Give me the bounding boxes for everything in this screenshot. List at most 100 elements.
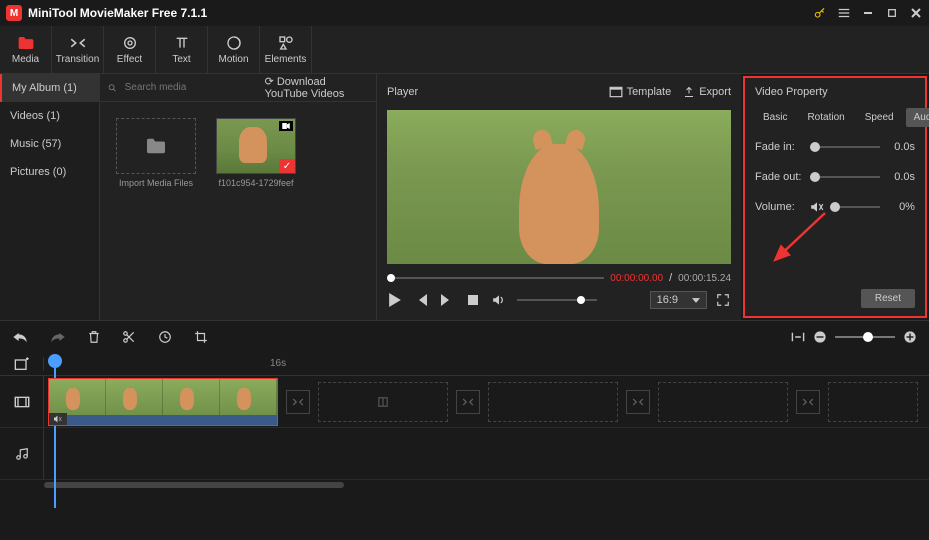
sidebar-item-pictures[interactable]: Pictures (0) [0, 158, 99, 186]
zoom-in-button[interactable] [903, 330, 917, 344]
delete-button[interactable] [88, 330, 100, 344]
next-frame-button[interactable] [439, 292, 455, 308]
video-preview[interactable] [387, 110, 731, 264]
transition-slot[interactable] [286, 390, 310, 414]
media-clip[interactable]: ✓ f101c954-1729feef [216, 118, 296, 188]
minimize-button[interactable] [861, 6, 875, 20]
sidebar-album[interactable]: My Album (1) [0, 74, 99, 102]
action-bar [0, 320, 929, 352]
prev-frame-button[interactable] [413, 292, 429, 308]
audio-track[interactable] [44, 428, 929, 479]
tab-motion[interactable]: Motion [208, 26, 260, 73]
reset-button[interactable]: Reset [861, 289, 915, 308]
search-icon [108, 82, 117, 94]
time-total: 00:00:15.24 [678, 273, 731, 284]
fade-out-slider[interactable] [810, 176, 880, 178]
undo-button[interactable] [12, 330, 28, 344]
timeline-clip[interactable] [48, 378, 278, 426]
sidebar-item-videos[interactable]: Videos (1) [0, 102, 99, 130]
crop-button[interactable] [194, 330, 208, 344]
ruler-mark: 16s [270, 358, 286, 369]
fade-in-label: Fade in: [755, 141, 803, 153]
text-icon [174, 34, 190, 52]
empty-clip-slot[interactable] [658, 382, 788, 422]
volume-slider[interactable] [517, 299, 597, 301]
seek-bar[interactable] [387, 277, 604, 279]
import-media-button[interactable]: Import Media Files [116, 118, 196, 188]
template-icon [609, 86, 623, 98]
empty-clip-slot[interactable] [828, 382, 918, 422]
split-button[interactable] [122, 330, 136, 344]
redo-button[interactable] [50, 330, 66, 344]
stop-button[interactable] [465, 292, 481, 308]
zoom-slider[interactable] [835, 336, 895, 338]
motion-icon [226, 34, 242, 52]
time-current: 00:00:00.00 [610, 273, 663, 284]
maximize-button[interactable] [885, 6, 899, 20]
tab-media[interactable]: Media [0, 26, 52, 73]
mute-icon[interactable] [810, 201, 824, 213]
template-button[interactable]: Template [609, 86, 672, 98]
tab-text[interactable]: Text [156, 26, 208, 73]
fade-in-slider[interactable] [810, 146, 880, 148]
menu-icon[interactable] [837, 6, 851, 20]
empty-clip-slot[interactable] [488, 382, 618, 422]
main-toolbar: Media Transition Effect Text Motion Elem… [0, 26, 929, 74]
tab-transition[interactable]: Transition [52, 26, 104, 73]
fullscreen-button[interactable] [715, 292, 731, 308]
folder-icon [17, 34, 35, 52]
chevron-down-icon [692, 298, 700, 303]
speed-button[interactable] [158, 330, 172, 344]
video-badge-icon [279, 121, 293, 131]
download-youtube-link[interactable]: ⟳Download YouTube Videos [265, 75, 368, 100]
volume-value: 0% [887, 201, 915, 213]
tab-audio[interactable]: Audio [906, 108, 929, 127]
timeline-scrollbar[interactable] [0, 480, 929, 490]
titlebar: M MiniTool MovieMaker Free 7.1.1 [0, 0, 929, 26]
checkmark-icon: ✓ [279, 159, 295, 173]
folder-icon [145, 137, 167, 155]
volume-slider-prop[interactable] [830, 206, 880, 208]
tab-speed[interactable]: Speed [857, 108, 902, 127]
key-icon[interactable] [813, 6, 827, 20]
volume-label: Volume: [755, 201, 803, 213]
audio-track-icon [0, 428, 44, 479]
timeline: 16s [0, 352, 929, 540]
empty-clip-slot[interactable] [318, 382, 448, 422]
clip-mute-icon[interactable] [49, 413, 67, 425]
annotation-arrow [765, 208, 835, 268]
property-title: Video Property [755, 86, 915, 98]
search-input[interactable] [125, 82, 257, 93]
sidebar-item-music[interactable]: Music (57) [0, 130, 99, 158]
transition-slot[interactable] [626, 390, 650, 414]
property-panel: Video Property Basic Rotation Speed Audi… [743, 76, 927, 318]
aspect-ratio-select[interactable]: 16:9 [650, 291, 707, 309]
fit-button[interactable] [791, 331, 805, 343]
play-button[interactable] [387, 292, 403, 308]
tab-rotation[interactable]: Rotation [799, 108, 852, 127]
close-button[interactable] [909, 6, 923, 20]
zoom-out-button[interactable] [813, 330, 827, 344]
export-button[interactable]: Export [683, 86, 731, 98]
tab-effect[interactable]: Effect [104, 26, 156, 73]
fade-out-value: 0.0s [887, 171, 915, 183]
fade-in-value: 0.0s [887, 141, 915, 153]
video-track-icon [0, 376, 44, 427]
app-title: MiniTool MovieMaker Free 7.1.1 [28, 6, 207, 20]
tab-basic[interactable]: Basic [755, 108, 795, 127]
player-panel: Player Template Export 00:00:00.00 / 00:… [376, 74, 741, 320]
fade-out-label: Fade out: [755, 171, 803, 183]
playhead[interactable] [48, 354, 62, 368]
add-track-button[interactable] [0, 357, 44, 371]
elements-icon [278, 34, 294, 52]
player-title: Player [387, 86, 418, 98]
tab-elements[interactable]: Elements [260, 26, 312, 73]
transition-icon [69, 34, 87, 52]
volume-button[interactable] [491, 292, 507, 308]
media-panel: ⟳Download YouTube Videos Import Media Fi… [100, 74, 376, 320]
app-logo: M [6, 5, 22, 21]
sidebar: My Album (1) Videos (1) Music (57) Pictu… [0, 74, 100, 320]
effect-icon [122, 34, 138, 52]
transition-slot[interactable] [456, 390, 480, 414]
transition-slot[interactable] [796, 390, 820, 414]
